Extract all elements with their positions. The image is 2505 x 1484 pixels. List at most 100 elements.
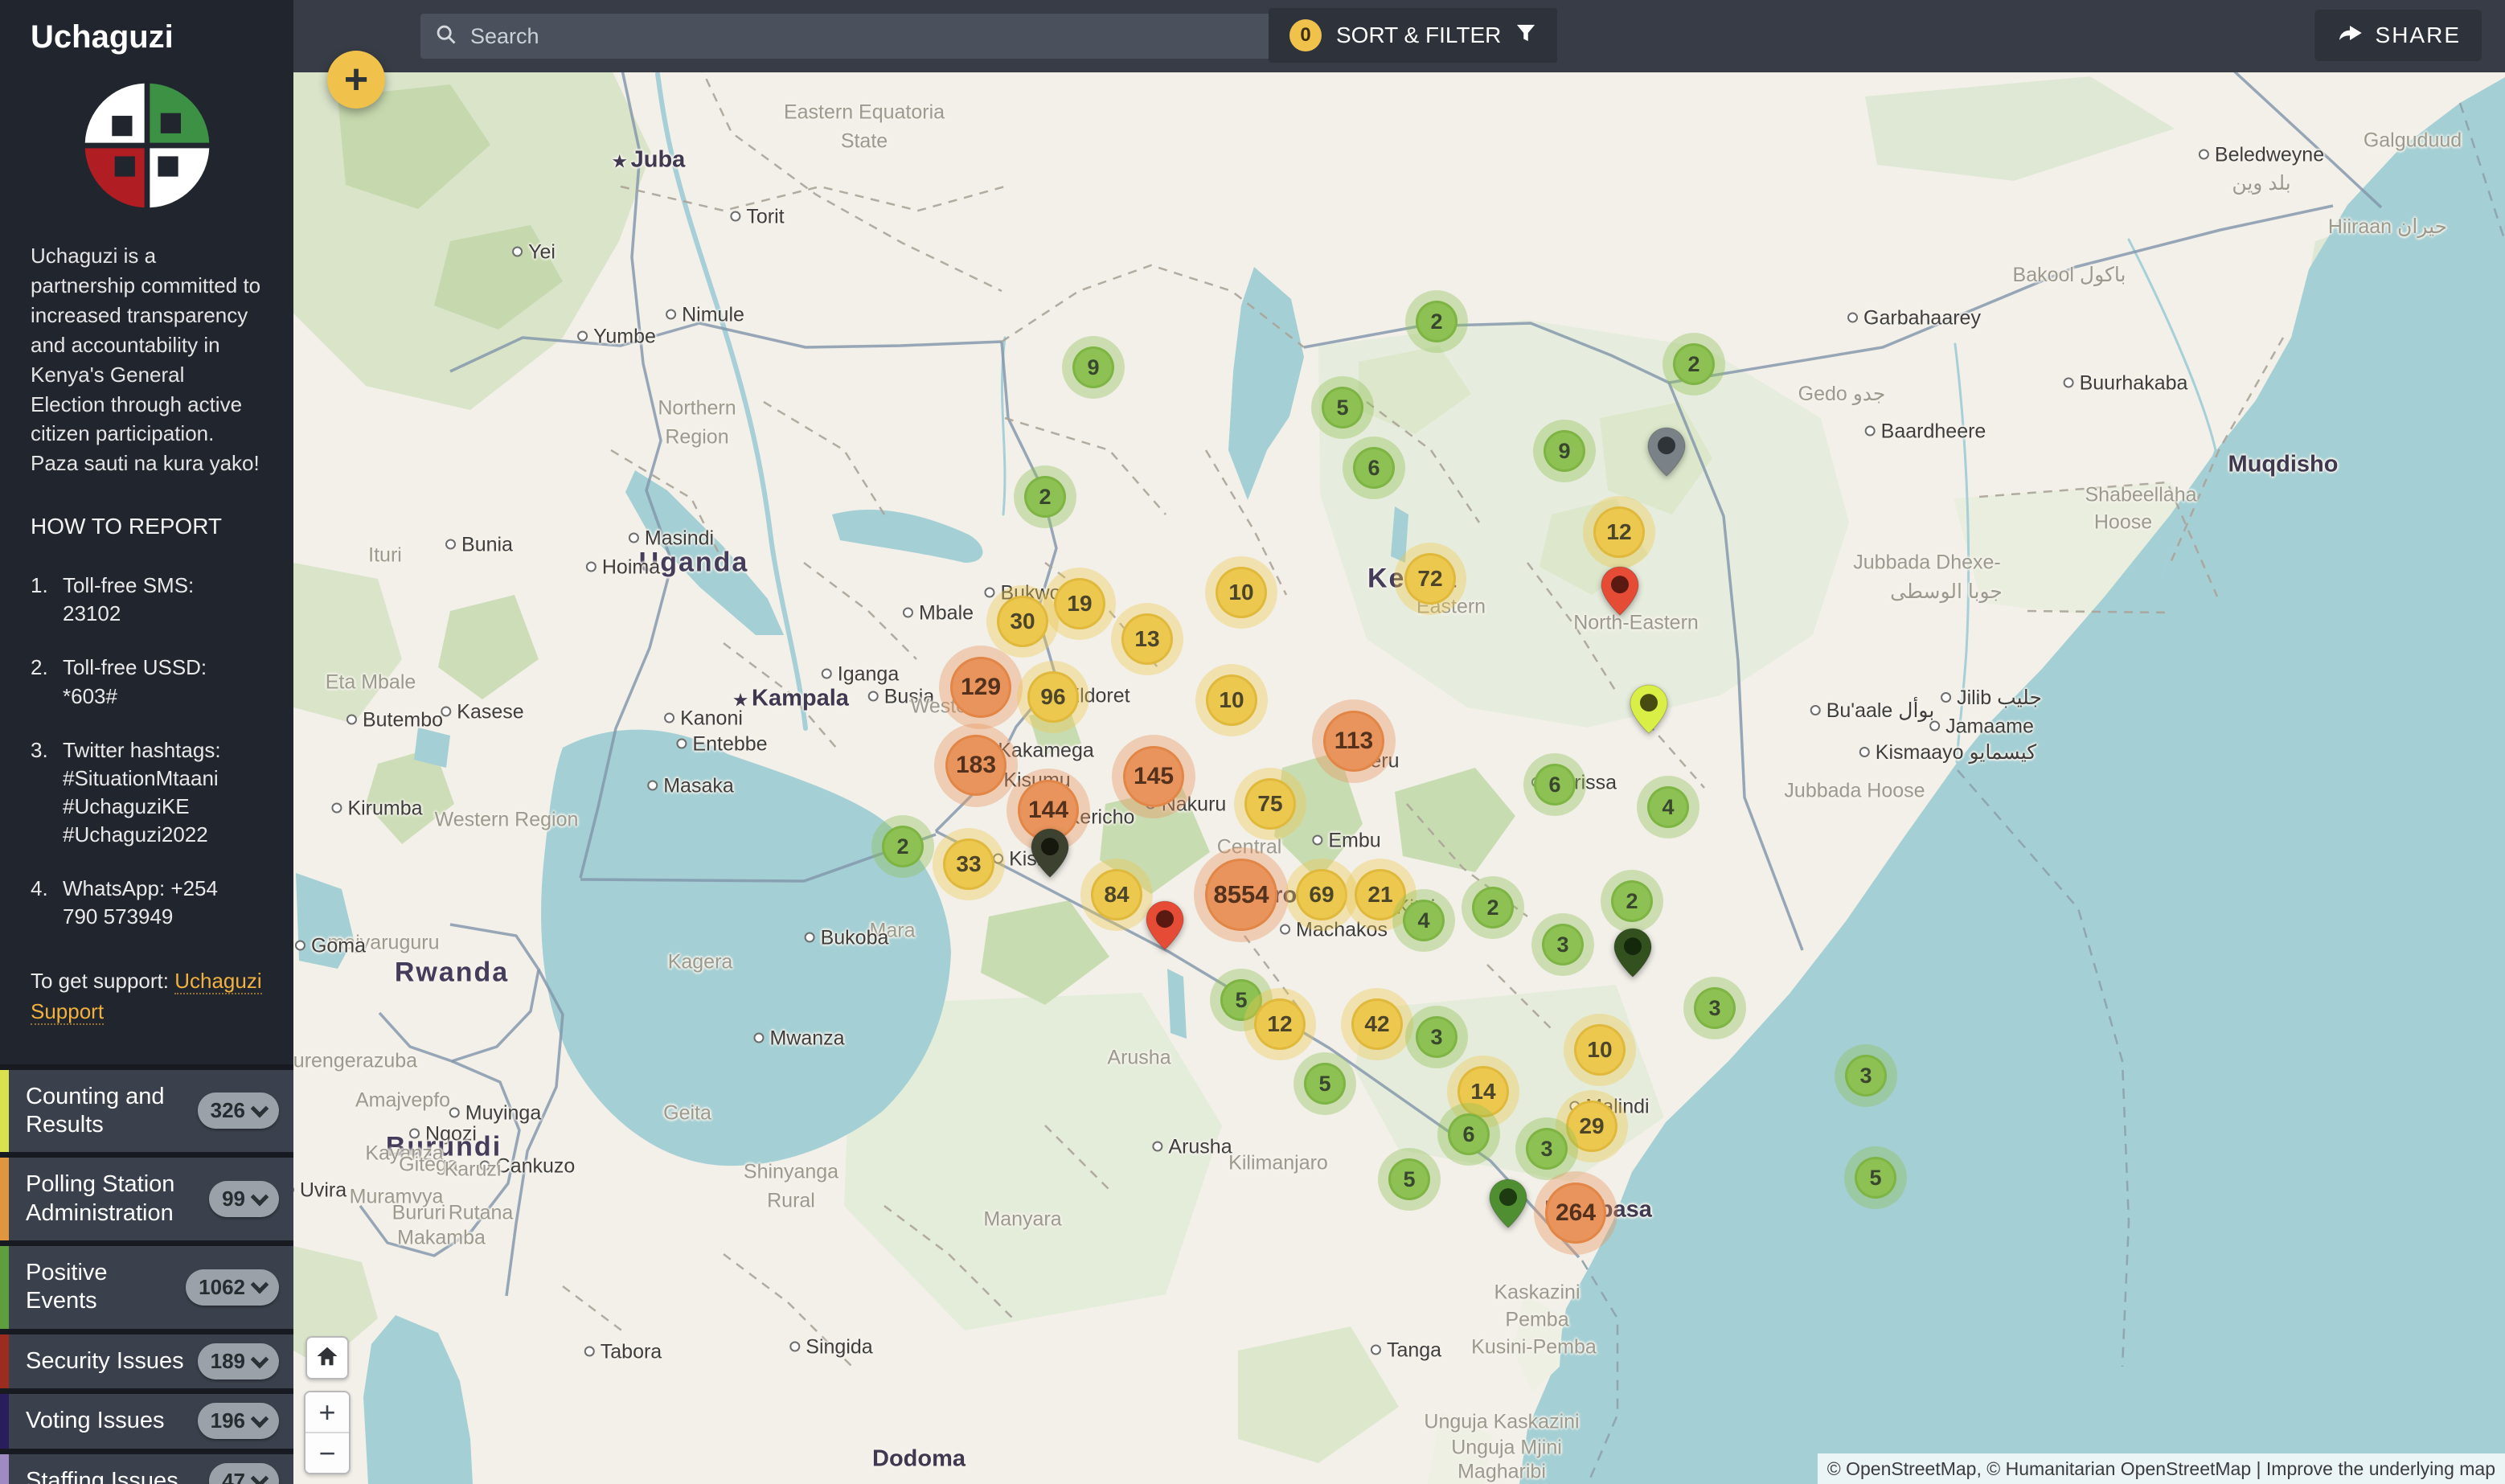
cluster-marker[interactable]: 30 [997, 596, 1048, 647]
category-count-badge[interactable]: 326 [198, 1093, 279, 1129]
map-label-beledweyne: Beledweyne [2199, 144, 2324, 167]
cluster-marker[interactable]: 3 [1694, 987, 1736, 1029]
cluster-marker[interactable]: 2 [1611, 880, 1653, 922]
cluster-marker[interactable]: 14 [1457, 1066, 1509, 1117]
report-method-text: Twitter hashtags:#SituationMtaani#Uchagu… [63, 736, 221, 849]
report-methods-list: 1.Toll-free SMS:231022.Toll-free USSD:*6… [31, 572, 269, 931]
cluster-marker[interactable]: 3 [1526, 1128, 1568, 1170]
cluster-marker[interactable]: 19 [1054, 578, 1105, 629]
cluster-marker[interactable]: 113 [1323, 711, 1384, 772]
cluster-marker[interactable]: 12 [1593, 506, 1645, 558]
category-count-badge[interactable]: 99 [209, 1181, 279, 1217]
category-count: 196 [211, 1408, 245, 1433]
cluster-marker[interactable]: 9 [1544, 430, 1585, 472]
cluster-marker[interactable]: 8554 [1205, 859, 1277, 931]
search-box[interactable] [420, 14, 1292, 59]
cluster-marker[interactable]: 5 [1855, 1157, 1896, 1199]
cluster-marker[interactable]: 42 [1351, 998, 1403, 1050]
category-item-counting-and-results[interactable]: Counting and Results326 [0, 1070, 293, 1158]
category-count: 99 [222, 1187, 245, 1211]
green-pin[interactable] [1489, 1179, 1527, 1232]
gray-pin[interactable] [1647, 427, 1686, 481]
map-label-rural: Rural [767, 1190, 815, 1213]
cluster-marker[interactable]: 96 [1027, 671, 1079, 723]
cluster-marker[interactable]: 2 [882, 826, 924, 867]
map-label-mwanza: Mwanza [753, 1027, 844, 1051]
cluster-marker[interactable]: 9 [1072, 346, 1114, 388]
dark-olive-pin[interactable] [1031, 828, 1069, 882]
cluster-marker[interactable]: 4 [1403, 900, 1445, 941]
add-report-fab[interactable]: + [327, 51, 385, 109]
cluster-marker[interactable]: 145 [1123, 746, 1184, 807]
cluster-marker[interactable]: 6 [1534, 764, 1576, 806]
cluster-marker[interactable]: 183 [945, 735, 1007, 796]
cluster-marker[interactable]: 2 [1024, 476, 1066, 518]
map-canvas[interactable]: Eastern EquatoriaState★JubaGalguduudBele… [0, 0, 2505, 1484]
cluster-marker[interactable]: 5 [1304, 1063, 1346, 1105]
search-input[interactable] [469, 23, 1277, 50]
chartreuse-pin[interactable] [1630, 684, 1668, 738]
category-count-badge[interactable]: 1062 [186, 1269, 279, 1306]
cluster-marker[interactable]: 3 [1542, 924, 1584, 965]
map-label-kusini-pemba: Kusini-Pemba [1471, 1336, 1597, 1359]
map-label-unguja-mjini: Unguja Mjini [1451, 1437, 1562, 1460]
cluster-marker[interactable]: 13 [1121, 613, 1173, 665]
map-label-bururi: Bururi [392, 1202, 446, 1225]
category-label: Polling Station Administration [26, 1158, 209, 1240]
cluster-marker[interactable]: 4 [1647, 786, 1689, 828]
category-item-polling-station-administration[interactable]: Polling Station Administration 99 [0, 1158, 293, 1246]
sort-filter-button[interactable]: 0 SORT & FILTER [1269, 8, 1557, 63]
dark-green-pin[interactable] [1613, 928, 1652, 982]
cluster-marker[interactable]: 12 [1254, 998, 1306, 1050]
map-label-arusha: Arusha [1152, 1136, 1232, 1159]
cluster-marker[interactable]: 3 [1845, 1055, 1887, 1097]
category-item-positive-events[interactable]: Positive Events1062 [0, 1246, 293, 1334]
cluster-marker[interactable]: 5 [1388, 1158, 1430, 1200]
red-pin[interactable] [1601, 566, 1639, 620]
category-count: 189 [211, 1349, 245, 1374]
map-attribution: © OpenStreetMap, © Humanitarian OpenStre… [1818, 1453, 2505, 1484]
cluster-marker[interactable]: 3 [1416, 1016, 1457, 1058]
cluster-marker[interactable]: 75 [1244, 778, 1296, 830]
cluster-marker[interactable]: 10 [1216, 567, 1267, 618]
cluster-marker[interactable]: 2 [1472, 887, 1514, 929]
share-button[interactable]: SHARE [2314, 10, 2482, 61]
cluster-marker[interactable]: 33 [943, 838, 994, 890]
category-count-badge[interactable]: 196 [198, 1403, 279, 1439]
category-item-voting-issues[interactable]: Voting Issues196 [0, 1394, 293, 1453]
red-pin[interactable] [1146, 900, 1184, 954]
cluster-marker[interactable]: 29 [1566, 1101, 1617, 1152]
cluster-marker[interactable]: 2 [1673, 343, 1715, 385]
zoom-out-button[interactable]: − [305, 1433, 349, 1473]
map-label-yumbe: Yumbe [577, 326, 656, 349]
category-count-badge[interactable]: 47 [209, 1463, 279, 1484]
map-label-muqdisho: Muqdisho [2228, 452, 2339, 478]
cluster-marker[interactable]: 84 [1091, 869, 1142, 920]
cluster-marker[interactable]: 2 [1416, 301, 1457, 342]
map-label-eta-mbale: Eta Mbale [326, 671, 416, 695]
cluster-marker[interactable]: 21 [1355, 869, 1406, 920]
category-item-security-issues[interactable]: Security Issues189 [0, 1334, 293, 1394]
map-label-kasese: Kasese [441, 701, 523, 724]
map-home-button[interactable] [305, 1336, 349, 1379]
category-count-badge[interactable]: 189 [198, 1343, 279, 1379]
cluster-marker[interactable]: 69 [1296, 869, 1347, 920]
category-item-staffing-issues[interactable]: Staffing Issues47 [0, 1454, 293, 1484]
uchaguzi-logo [0, 78, 293, 217]
cluster-marker[interactable]: 5 [1322, 387, 1363, 428]
cluster-marker[interactable]: 264 [1545, 1183, 1606, 1244]
cluster-marker[interactable]: 6 [1353, 447, 1395, 489]
town-dot-icon [1847, 313, 1858, 323]
cluster-marker[interactable]: 10 [1574, 1024, 1626, 1076]
cluster-marker[interactable]: 6 [1448, 1113, 1490, 1155]
map-label-torit: Torit [730, 206, 784, 229]
town-dot-icon [295, 941, 305, 951]
zoom-in-button[interactable]: + [305, 1392, 349, 1433]
cluster-marker[interactable]: 72 [1404, 553, 1456, 605]
sidebar: Uchaguzi Uchaguzi is a partnership commi… [0, 0, 293, 1484]
cluster-marker[interactable]: 10 [1206, 674, 1257, 726]
cluster-marker[interactable]: 129 [950, 657, 1011, 718]
town-dot-icon [730, 211, 740, 222]
category-count: 1062 [199, 1275, 245, 1300]
chevron-down-icon [251, 1470, 269, 1484]
